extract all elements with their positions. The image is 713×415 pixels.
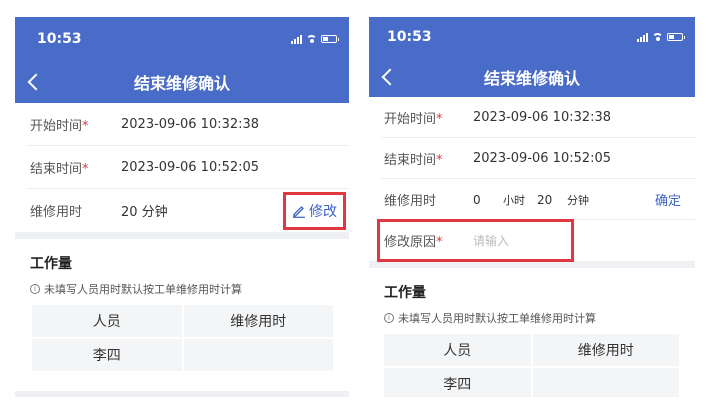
hours-input[interactable] — [473, 192, 503, 207]
status-bar: 10:53 — [15, 17, 349, 61]
hours-unit: 小时 — [503, 193, 525, 207]
table-cell-person: 李四 — [382, 366, 533, 397]
system-icons — [637, 32, 685, 42]
back-chevron-icon[interactable] — [25, 70, 45, 94]
table-cell-duration[interactable] — [530, 366, 681, 397]
end-time-value: 2023-09-06 10:52:05 — [473, 151, 612, 166]
table-header-person: 人员 — [30, 303, 184, 339]
signal-icon — [291, 34, 302, 44]
start-time-label: 开始时间* — [30, 119, 89, 134]
end-time-row: 结束时间* 2023-09-06 10:52:05 — [15, 146, 349, 189]
hint-text: 未填写人员用时默认按工单维修用时计算 — [44, 283, 242, 296]
workload-hint: i 未填写人员用时默认按工单维修用时计算 — [369, 302, 695, 326]
signal-icon — [637, 32, 648, 42]
status-bar: 10:53 — [369, 17, 695, 57]
duration-label: 维修用时 — [384, 194, 437, 209]
start-time-label: 开始时间* — [384, 112, 443, 127]
battery-icon — [667, 33, 685, 41]
workload-table: 人员 维修用时 李四 — [382, 332, 681, 397]
start-time-value: 2023-09-06 10:32:38 — [473, 110, 612, 125]
header: 10:53 结束维修确认 — [369, 17, 695, 97]
reason-row: 修改原因* — [369, 219, 695, 262]
status-time: 10:53 — [387, 29, 432, 45]
duration-value: 20 分钟 — [121, 205, 168, 220]
table-row: 李四 — [382, 366, 681, 397]
nav-bar: 结束维修确认 — [369, 57, 695, 97]
page-title: 结束维修确认 — [133, 74, 230, 93]
end-time-label: 结束时间* — [384, 153, 443, 168]
table-row: 李四 — [30, 337, 335, 373]
table-cell-duration[interactable] — [181, 337, 335, 373]
wifi-icon — [652, 33, 663, 41]
reason-label: 修改原因* — [384, 235, 443, 250]
workload-hint: i 未填写人员用时默认按工单维修用时计算 — [15, 273, 349, 297]
duration-editor: 小时 分钟 — [473, 192, 597, 208]
info-icon: i — [384, 313, 394, 323]
end-time-row: 结束时间* 2023-09-06 10:52:05 — [369, 138, 695, 179]
pencil-icon — [293, 205, 305, 218]
minutes-input[interactable] — [537, 192, 567, 207]
table-header-row: 人员 维修用时 — [30, 303, 335, 339]
workload-title: 工作量 — [384, 285, 426, 301]
battery-icon — [321, 35, 339, 43]
reason-input[interactable] — [473, 233, 623, 248]
status-time: 10:53 — [37, 31, 82, 47]
bottom-divider — [15, 391, 349, 397]
workload-table: 人员 维修用时 李四 — [30, 303, 335, 373]
workload-title: 工作量 — [30, 256, 72, 272]
right-screen: 10:53 结束维修确认 开始时间* 2023-09-06 10:32:38 结… — [369, 17, 695, 397]
table-header-duration: 维修用时 — [530, 332, 681, 368]
start-time-row: 开始时间* 2023-09-06 10:32:38 — [369, 97, 695, 138]
edit-label: 修改 — [309, 203, 337, 220]
minutes-unit: 分钟 — [567, 193, 589, 207]
table-header-duration: 维修用时 — [181, 303, 335, 339]
page-title: 结束维修确认 — [483, 69, 580, 88]
edit-button[interactable]: 修改 — [283, 191, 346, 230]
duration-row: 维修用时 20 分钟 修改 — [15, 189, 349, 232]
start-time-value: 2023-09-06 10:32:38 — [121, 117, 260, 132]
table-header-row: 人员 维修用时 — [382, 332, 681, 368]
end-time-label: 结束时间* — [30, 162, 89, 177]
nav-bar: 结束维修确认 — [15, 61, 349, 103]
section-divider — [15, 232, 349, 239]
end-time-value: 2023-09-06 10:52:05 — [121, 160, 260, 175]
wifi-icon — [306, 35, 317, 43]
info-icon: i — [30, 284, 40, 294]
back-chevron-icon[interactable] — [379, 65, 399, 89]
left-screen: 10:53 结束维修确认 开始时间* 2023-09-06 10:32:38 结… — [15, 17, 349, 397]
table-cell-person: 李四 — [30, 337, 184, 373]
hint-text: 未填写人员用时默认按工单维修用时计算 — [398, 312, 596, 325]
duration-row: 维修用时 小时 分钟 确定 — [369, 179, 695, 220]
system-icons — [291, 34, 339, 44]
section-divider — [369, 261, 695, 268]
header: 10:53 结束维修确认 — [15, 17, 349, 103]
duration-label: 维修用时 — [30, 205, 83, 220]
start-time-row: 开始时间* 2023-09-06 10:32:38 — [15, 103, 349, 146]
confirm-button[interactable]: 确定 — [655, 190, 681, 209]
table-header-person: 人员 — [382, 332, 533, 368]
